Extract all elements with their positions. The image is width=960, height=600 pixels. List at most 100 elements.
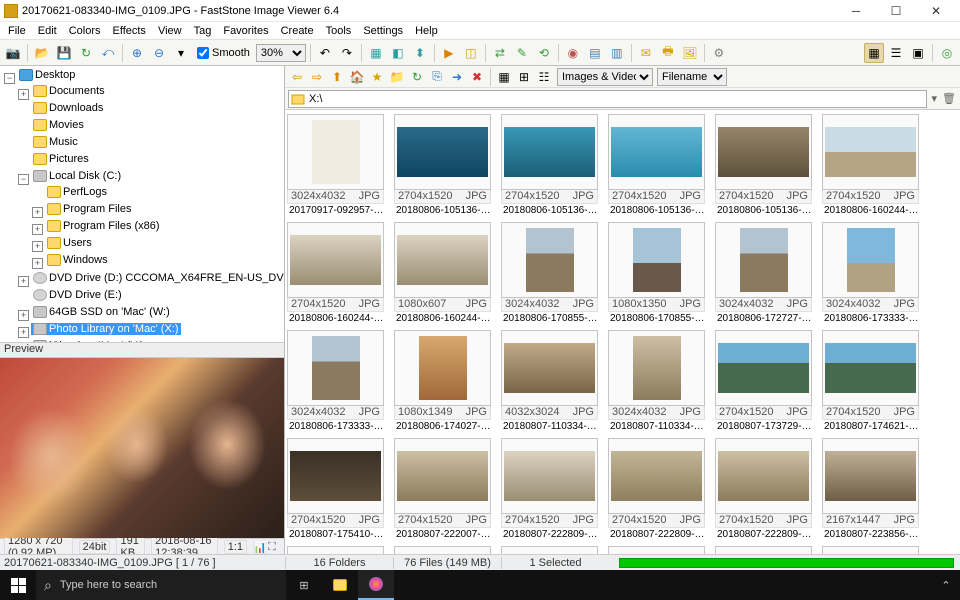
thumb-image[interactable] (611, 127, 702, 177)
thumb-cell[interactable]: 1080x1350JPG20180806-170855-IM... (608, 222, 705, 324)
wallpaper-icon[interactable]: 🖼 (680, 43, 700, 63)
save-icon[interactable]: 💾 (54, 43, 74, 63)
thumb-image[interactable] (526, 228, 574, 292)
expand-toggle[interactable]: + (32, 224, 43, 235)
thumb-image[interactable] (419, 336, 467, 400)
maximize-button[interactable]: ☐ (876, 0, 916, 22)
batch-rename-icon[interactable]: ✎ (512, 43, 532, 63)
email-icon[interactable]: ✉ (636, 43, 656, 63)
rotate-right-icon[interactable]: ↷ (337, 43, 357, 63)
thumb-cell[interactable]: 2704x1520JPG20180807-175410-GP... (287, 438, 384, 540)
tree-music[interactable]: Music (49, 136, 78, 148)
expand-toggle[interactable]: − (18, 174, 29, 185)
thumb-cell[interactable] (608, 546, 705, 554)
thumb-image[interactable] (825, 343, 916, 393)
slideshow-icon[interactable]: ▶ (439, 43, 459, 63)
tree-localdisk[interactable]: Local Disk (C:) (49, 170, 121, 182)
view-thumbs-icon[interactable]: ▦ (864, 43, 884, 63)
tool3-icon[interactable]: ⬍ (410, 43, 430, 63)
thumbnail-grid[interactable]: 3024x4032JPG20170917-092957-IM...2704x15… (285, 110, 960, 554)
view-small-icon[interactable]: ⊞ (515, 68, 533, 86)
expand-toggle[interactable]: + (32, 241, 43, 252)
thumb-image[interactable] (718, 343, 809, 393)
path-dropdown-icon[interactable]: ▾ (931, 92, 937, 105)
tool1-icon[interactable]: ▦ (366, 43, 386, 63)
thumb-cell[interactable]: 2704x1520JPG20180807-222809-GP... (501, 438, 598, 540)
folder-tree[interactable]: − Desktop + Documents Downloads Movies M… (0, 66, 284, 342)
tree-pictures[interactable]: Pictures (49, 153, 89, 165)
view-details-icon[interactable]: ☰ (886, 43, 906, 63)
tree-dvd-e[interactable]: DVD Drive (E:) (49, 289, 122, 301)
thumb-cell[interactable] (822, 546, 919, 554)
thumb-cell[interactable]: 1080x1349JPG20180806-174027-IM... (394, 330, 491, 432)
expand-toggle[interactable]: + (32, 258, 43, 269)
thumb-cell[interactable]: 3024x4032JPG20180806-170855-AP... (501, 222, 598, 324)
menu-view[interactable]: View (152, 25, 188, 37)
zoom-in-icon[interactable]: ⊕ (127, 43, 147, 63)
thumb-image[interactable] (825, 451, 916, 501)
nav-up-icon[interactable]: ⬆ (328, 68, 346, 86)
menu-create[interactable]: Create (275, 25, 320, 37)
nav-home-icon[interactable]: 🏠 (348, 68, 366, 86)
settings-icon[interactable]: ⚙ (709, 43, 729, 63)
thumb-cell[interactable] (287, 546, 384, 554)
skin-icon[interactable]: ◎ (937, 43, 957, 63)
zoom-menu-icon[interactable]: ▾ (171, 43, 191, 63)
thumb-cell[interactable] (501, 546, 598, 554)
thumb-image[interactable] (611, 451, 702, 501)
thumb-image[interactable] (290, 451, 381, 501)
histogram-icon[interactable]: 📊 (253, 541, 265, 553)
thumb-cell[interactable]: 2704x1520JPG20180806-105136-GP... (715, 114, 812, 216)
undo-icon[interactable]: ⤺ (98, 43, 118, 63)
menu-tools[interactable]: Tools (320, 25, 358, 37)
thumb-image[interactable] (397, 127, 488, 177)
tree-movies[interactable]: Movies (49, 119, 84, 131)
expand-toggle[interactable]: + (18, 310, 29, 321)
clear-path-icon[interactable]: 🗑 (941, 91, 957, 107)
thumb-image[interactable] (312, 336, 360, 400)
thumb-image[interactable] (290, 235, 381, 285)
thumb-image[interactable] (504, 451, 595, 501)
copy-to-icon[interactable]: ⎘ (428, 68, 446, 86)
taskbar-faststone-icon[interactable] (358, 570, 394, 600)
menu-file[interactable]: File (2, 25, 32, 37)
thumb-cell[interactable]: 3024x4032JPG20180806-172727-AP... (715, 222, 812, 324)
thumb-cell[interactable]: 2704x1520JPG20180807-174621-GP... (822, 330, 919, 432)
thumb-cell[interactable]: 2704x1520JPG20180806-105136-GP... (394, 114, 491, 216)
thumb-cell[interactable]: 2704x1520JPG20180807-222007-GP... (394, 438, 491, 540)
expand-preview-icon[interactable]: ⛶ (268, 541, 280, 553)
delete-icon[interactable]: ✖ (468, 68, 486, 86)
thumb-cell[interactable]: 3024x4032JPG20180806-173333-AP... (822, 222, 919, 324)
expand-toggle[interactable]: + (32, 207, 43, 218)
thumb-image[interactable] (633, 336, 681, 400)
preview-image[interactable] (0, 358, 284, 538)
path-input[interactable] (288, 90, 927, 108)
expand-toggle[interactable]: + (18, 276, 29, 287)
type-filter-select[interactable]: Images & Videos (557, 68, 653, 86)
tree-downloads[interactable]: Downloads (49, 102, 103, 114)
menu-edit[interactable]: Edit (32, 25, 63, 37)
menu-favorites[interactable]: Favorites (217, 25, 274, 37)
close-button[interactable]: ✕ (916, 0, 956, 22)
thumb-cell[interactable]: 2167x1447JPG20180807-223856-GP... (822, 438, 919, 540)
fav-folder-icon[interactable]: ★ (368, 68, 386, 86)
thumb-cell[interactable]: 3024x4032JPG20170917-092957-IM... (287, 114, 384, 216)
thumb-cell[interactable]: 3024x4032JPG20180807-110334-AP... (608, 330, 705, 432)
thumb-cell[interactable]: 3024x4032JPG20180806-173333-AP... (287, 330, 384, 432)
smooth-checkbox[interactable] (197, 47, 209, 59)
multi-page-icon[interactable]: ▥ (607, 43, 627, 63)
reload-icon[interactable]: ↻ (76, 43, 96, 63)
zoom-select[interactable]: 30% (256, 44, 306, 62)
nav-forward-icon[interactable]: ⇨ (308, 68, 326, 86)
thumb-cell[interactable] (715, 546, 812, 554)
menu-help[interactable]: Help (409, 25, 444, 37)
tree-programfiles[interactable]: Program Files (63, 203, 131, 215)
zoom-out-icon[interactable]: ⊖ (149, 43, 169, 63)
acquire-icon[interactable]: 📷 (3, 43, 23, 63)
thumb-image[interactable] (718, 127, 809, 177)
thumb-cell[interactable]: 2704x1520JPG20180806-160244-GP... (287, 222, 384, 324)
screen-capture-icon[interactable]: ◉ (563, 43, 583, 63)
thumb-cell[interactable]: 2704x1520JPG20180807-173729-GP... (715, 330, 812, 432)
tree-dvd-d[interactable]: DVD Drive (D:) CCCOMA_X64FRE_EN-US_DV9 (49, 272, 284, 284)
sort-select[interactable]: Filename (657, 68, 727, 86)
